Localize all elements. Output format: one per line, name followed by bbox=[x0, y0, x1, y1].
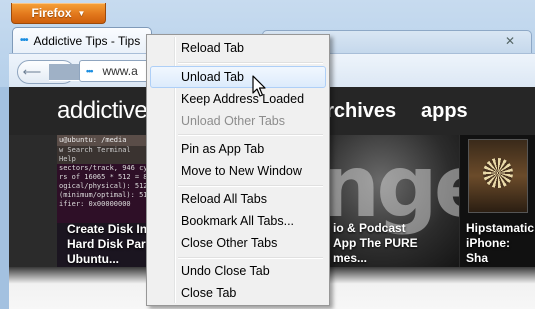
site-favicon-icon: ••• bbox=[20, 35, 28, 46]
window-edge bbox=[0, 87, 9, 309]
firefox-button-label: Firefox bbox=[31, 6, 72, 20]
menu-item-keep-address-loaded[interactable]: Keep Address Loaded bbox=[150, 88, 326, 110]
terminal-line: rs of 16065 * 512 = 8 bbox=[59, 173, 148, 181]
site-identity-icon: ••• bbox=[86, 66, 94, 76]
close-tab-icon[interactable]: ✕ bbox=[505, 34, 515, 48]
article-thumbnail bbox=[468, 139, 528, 213]
menu-separator bbox=[178, 257, 323, 259]
back-forward-buttons: ⟵ ➜ bbox=[17, 60, 194, 84]
terminal-line: sectors/track, 946 cyli bbox=[59, 164, 149, 172]
article-title[interactable]: Hipstamatic iPhone: Sha With Faceboo bbox=[466, 221, 535, 267]
address-bar[interactable]: ••• www.a bbox=[79, 60, 149, 82]
terminal-line: ogical/physical): 512 bbox=[59, 182, 148, 190]
menu-separator bbox=[178, 185, 323, 187]
url-text: www.a bbox=[102, 64, 138, 78]
article-card[interactable]: nge io & Podcast App The PURE mes... bbox=[329, 135, 459, 267]
menu-separator bbox=[178, 62, 323, 64]
article-card[interactable]: Hipstamatic iPhone: Sha With Faceboo bbox=[460, 135, 535, 267]
article-title[interactable]: io & Podcast App The PURE mes... bbox=[333, 221, 418, 266]
menu-item-reload-tab[interactable]: Reload Tab bbox=[150, 37, 326, 59]
menu-item-unload-tab[interactable]: Unload Tab bbox=[150, 66, 326, 88]
tab-addictive-tips[interactable]: ••• Addictive Tips - Tips bbox=[12, 27, 152, 53]
terminal-line: (minimum/optimal): 512 byte bbox=[59, 191, 149, 199]
menu-item-undo-close-tab[interactable]: Undo Close Tab bbox=[150, 260, 326, 282]
menu-item-move-to-new-window[interactable]: Move to New Window bbox=[150, 160, 326, 182]
menu-item-pin-as-app-tab[interactable]: Pin as App Tab bbox=[150, 138, 326, 160]
article-card[interactable]: u@ubuntu: /media w Search Terminal Help … bbox=[57, 135, 149, 267]
terminal-menu: w Search Terminal Help bbox=[57, 146, 149, 164]
back-arrow-icon[interactable]: ⟵ bbox=[18, 64, 46, 80]
menu-item-close-tab[interactable]: Close Tab bbox=[150, 282, 326, 304]
menu-item-close-other-tabs[interactable]: Close Other Tabs bbox=[150, 232, 326, 254]
menu-separator bbox=[178, 134, 323, 136]
mouse-pointer-icon bbox=[252, 75, 266, 97]
nav-link-apps[interactable]: apps bbox=[421, 100, 468, 123]
tab-context-menu: Reload Tab Unload Tab Keep Address Loade… bbox=[146, 34, 330, 306]
sunburst-graphic bbox=[483, 158, 513, 188]
article-title[interactable]: Create Disk In Hard Disk Par Ubuntu... bbox=[67, 222, 147, 267]
menu-item-unload-other-tabs: Unload Other Tabs bbox=[181, 114, 285, 128]
article-thumbnail: u@ubuntu: /media w Search Terminal Help … bbox=[57, 135, 149, 223]
menu-item-bookmark-all-tabs[interactable]: Bookmark All Tabs... bbox=[150, 210, 326, 232]
firefox-menu-button[interactable]: Firefox ▼ bbox=[11, 3, 106, 24]
tab-title: Addictive Tips - Tips bbox=[33, 33, 141, 48]
site-logo[interactable]: addictive bbox=[57, 97, 148, 125]
terminal-line: ifier: 0x00000000 bbox=[59, 200, 131, 208]
terminal-title: u@ubuntu: /media bbox=[57, 135, 149, 146]
menu-item-reload-all-tabs[interactable]: Reload All Tabs bbox=[150, 188, 326, 210]
dropdown-caret-icon: ▼ bbox=[77, 8, 86, 18]
